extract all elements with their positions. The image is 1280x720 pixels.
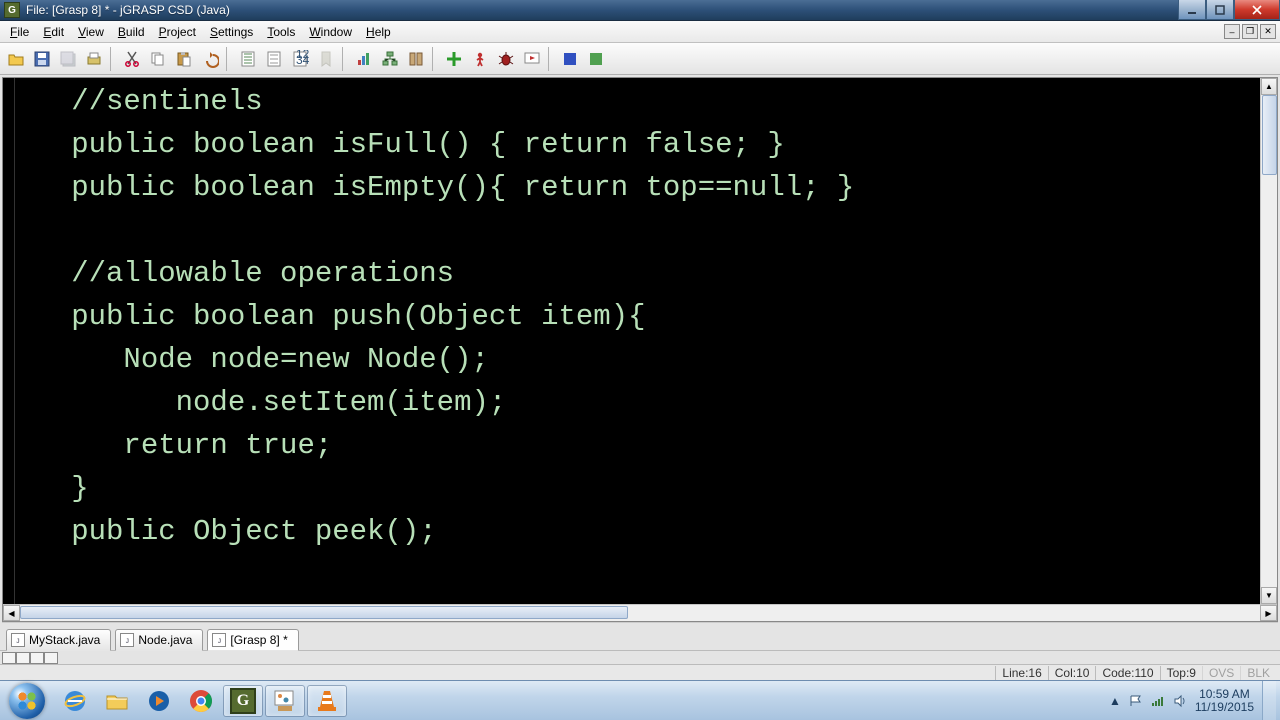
- tray-volume-icon[interactable]: [1173, 694, 1187, 708]
- cut-icon[interactable]: [120, 47, 144, 71]
- status-ovs: OVS: [1202, 666, 1240, 680]
- show-desktop-button[interactable]: [1262, 681, 1276, 720]
- marker-chip[interactable]: [30, 652, 44, 664]
- status-code: Code:110: [1095, 666, 1159, 680]
- barchart-icon[interactable]: [352, 47, 376, 71]
- file-icon: ᴊ: [212, 633, 226, 647]
- scroll-up-arrow-icon[interactable]: ▲: [1261, 78, 1277, 95]
- taskbar-jgrasp-icon[interactable]: G: [223, 685, 263, 717]
- horizontal-scrollbar[interactable]: ◀ ▶: [3, 604, 1277, 621]
- tray-time: 10:59 AM: [1195, 688, 1254, 701]
- status-top: Top:9: [1160, 666, 1202, 680]
- tab-label: MyStack.java: [29, 633, 100, 647]
- tray-date: 11/19/2015: [1195, 701, 1254, 714]
- debug-icon[interactable]: [494, 47, 518, 71]
- vscroll-thumb[interactable]: [1262, 95, 1277, 175]
- status-line: Line:16: [995, 666, 1047, 680]
- green-box-icon[interactable]: [584, 47, 608, 71]
- paste-icon[interactable]: [172, 47, 196, 71]
- editor-tab[interactable]: ᴊ [Grasp 8] *: [207, 629, 298, 651]
- editor-tabs: ᴊ MyStack.java ᴊ Node.java ᴊ [Grasp 8] *: [2, 622, 1278, 650]
- menu-project[interactable]: Project: [153, 23, 202, 41]
- menu-build[interactable]: Build: [112, 23, 151, 41]
- csd-number-icon[interactable]: 1234: [288, 47, 312, 71]
- marker-chip[interactable]: [16, 652, 30, 664]
- scroll-left-arrow-icon[interactable]: ◀: [3, 605, 20, 621]
- minimize-button[interactable]: [1178, 0, 1206, 20]
- editor-tab[interactable]: ᴊ Node.java: [115, 629, 203, 651]
- tab-label: Node.java: [138, 633, 192, 647]
- taskbar-vlc-icon[interactable]: [307, 685, 347, 717]
- print-icon[interactable]: [82, 47, 106, 71]
- menu-tools[interactable]: Tools: [261, 23, 301, 41]
- uml-icon[interactable]: [378, 47, 402, 71]
- menu-view[interactable]: View: [72, 23, 110, 41]
- scroll-down-arrow-icon[interactable]: ▼: [1261, 587, 1277, 604]
- system-tray: ▲ 10:59 AM 11/19/2015: [1105, 681, 1280, 720]
- window-title: File: [Grasp 8] * - jGRASP CSD (Java): [24, 3, 230, 17]
- file-icon: ᴊ: [11, 633, 25, 647]
- taskbar-chrome-icon[interactable]: [181, 685, 221, 717]
- menu-help[interactable]: Help: [360, 23, 397, 41]
- marker-chip[interactable]: [2, 652, 16, 664]
- status-blk: BLK: [1240, 666, 1276, 680]
- app-icon: G: [4, 2, 20, 18]
- marker-row: [0, 650, 1280, 664]
- tray-clock[interactable]: 10:59 AM 11/19/2015: [1195, 688, 1254, 714]
- taskbar-ie-icon[interactable]: [55, 685, 95, 717]
- tray-flag-icon[interactable]: [1129, 694, 1143, 708]
- editor-wrap: //sentinels public boolean isFull() { re…: [0, 75, 1280, 650]
- menu-file[interactable]: File: [4, 23, 35, 41]
- csd-generate-icon[interactable]: [236, 47, 260, 71]
- scroll-right-arrow-icon[interactable]: ▶: [1260, 605, 1277, 621]
- menu-settings[interactable]: Settings: [204, 23, 259, 41]
- taskbar: G ▲ 10:59 AM 11/19/2015: [0, 680, 1280, 720]
- menu-edit[interactable]: Edit: [37, 23, 70, 41]
- vertical-scrollbar[interactable]: ▲ ▼: [1260, 78, 1277, 604]
- csd-remove-icon[interactable]: [262, 47, 286, 71]
- mdi-close-button[interactable]: ✕: [1260, 24, 1276, 39]
- save-all-icon[interactable]: [56, 47, 80, 71]
- undo-icon[interactable]: [198, 47, 222, 71]
- marker-chip[interactable]: [44, 652, 58, 664]
- close-button[interactable]: [1234, 0, 1280, 20]
- file-icon: ᴊ: [120, 633, 134, 647]
- taskbar-wmp-icon[interactable]: [139, 685, 179, 717]
- toolbar: 1234: [0, 43, 1280, 75]
- titlebar: G File: [Grasp 8] * - jGRASP CSD (Java): [0, 0, 1280, 21]
- taskbar-paint-icon[interactable]: [265, 685, 305, 717]
- status-col: Col:10: [1048, 666, 1096, 680]
- editor-tab[interactable]: ᴊ MyStack.java: [6, 629, 111, 651]
- open-icon[interactable]: [4, 47, 28, 71]
- code-editor[interactable]: //sentinels public boolean isFull() { re…: [15, 78, 1260, 604]
- mdi-minimize-button[interactable]: ‒: [1224, 24, 1240, 39]
- windows-orb-icon: [9, 683, 45, 719]
- tab-label: [Grasp 8] *: [230, 633, 287, 647]
- run-icon[interactable]: [468, 47, 492, 71]
- hscroll-thumb[interactable]: [20, 606, 628, 619]
- svg-text:34: 34: [296, 53, 309, 67]
- maximize-button[interactable]: [1206, 0, 1234, 20]
- tray-chevron-icon[interactable]: ▲: [1109, 694, 1121, 708]
- tray-network-icon[interactable]: [1151, 694, 1165, 708]
- run-debug-icon[interactable]: [520, 47, 544, 71]
- menubar: File Edit View Build Project Settings To…: [0, 21, 1280, 43]
- bookmark-icon[interactable]: [314, 47, 338, 71]
- compile-icon[interactable]: [442, 47, 466, 71]
- start-button[interactable]: [0, 681, 54, 720]
- save-icon[interactable]: [30, 47, 54, 71]
- taskbar-explorer-icon[interactable]: [97, 685, 137, 717]
- blue-box-icon[interactable]: [558, 47, 582, 71]
- docs-icon[interactable]: [404, 47, 428, 71]
- csd-gutter: [3, 78, 15, 604]
- copy-icon[interactable]: [146, 47, 170, 71]
- menu-window[interactable]: Window: [303, 23, 358, 41]
- mdi-restore-button[interactable]: ❐: [1242, 24, 1258, 39]
- statusbar: Line:16 Col:10 Code:110 Top:9 OVS BLK: [0, 664, 1280, 680]
